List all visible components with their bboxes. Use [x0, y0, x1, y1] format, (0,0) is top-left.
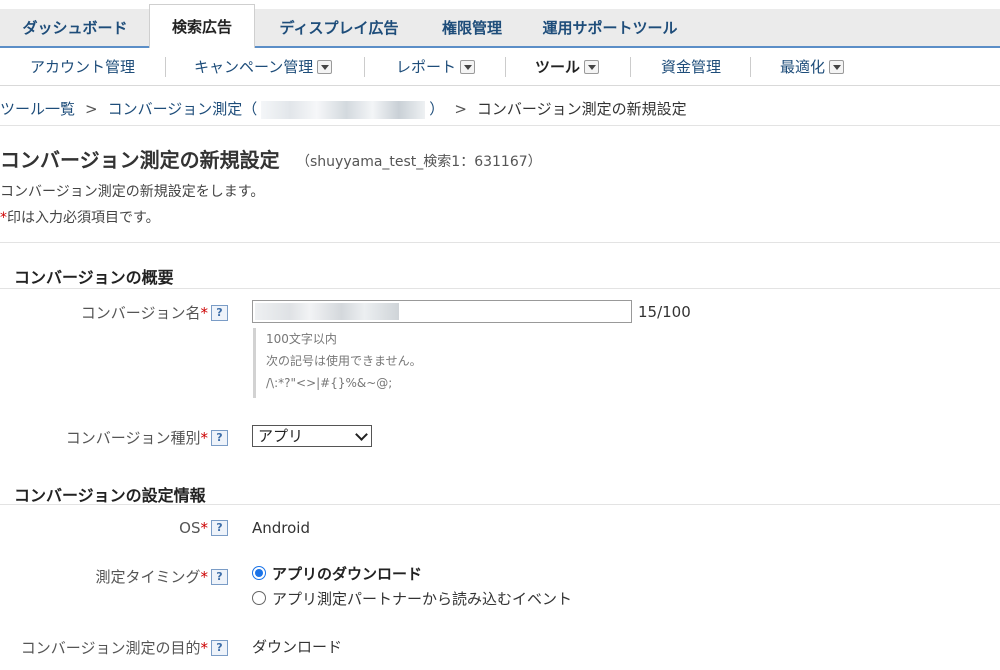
field-label-measurement-purpose: コンバージョン測定の目的*? [21, 637, 228, 658]
radio-button[interactable] [252, 590, 266, 605]
purpose-value: ダウンロード [252, 638, 343, 656]
hint-line: 次の記号は使用できません。 [266, 354, 422, 368]
page-subtitle: （shuyyama_test_検索1：631167） [296, 154, 542, 170]
field-label-conversion-type: コンバージョン種別*? [66, 427, 228, 448]
label-text: OS [179, 519, 201, 537]
required-mark: * [200, 639, 209, 657]
subnav-report[interactable]: レポート [396, 48, 476, 86]
breadcrumb: ツール一覧 > コンバージョン測定（ ） > コンバージョン測定の新規設定 [0, 98, 687, 120]
subnav-label: キャンペーン管理 [194, 58, 314, 76]
sub-navigation: アカウント管理 キャンペーン管理 レポート ツール 資金管理 最適化 [0, 48, 1000, 86]
required-note-text: 印は入力必須項目です。 [7, 210, 160, 226]
breadcrumb-separator: > [85, 100, 98, 118]
input-hint: 100文字以内 次の記号は使用できません。 /\:*?"<>|#{}%&~@; [253, 328, 453, 398]
breadcrumb-tool-list[interactable]: ツール一覧 [0, 100, 75, 118]
dropdown-caret-icon[interactable] [829, 59, 845, 74]
hint-line: 100文字以内 [266, 332, 337, 346]
conversion-name-input[interactable] [252, 300, 632, 323]
help-question-icon[interactable]: ? [211, 304, 228, 321]
breadcrumb-close-paren: ） [429, 100, 445, 118]
subnav-label: アカウント管理 [30, 58, 136, 76]
field-label-os: OS*? [179, 519, 228, 537]
breadcrumb-conversion-label: コンバージョン測定（ [107, 100, 258, 118]
select-chevron-icon [355, 428, 368, 441]
help-question-icon[interactable]: ? [211, 429, 228, 446]
os-value: Android [252, 519, 310, 537]
divider [0, 242, 1000, 243]
character-counter: 15/100 [638, 303, 691, 321]
label-text: コンバージョン名 [80, 304, 201, 322]
help-question-icon[interactable]: ? [211, 519, 228, 536]
subnav-account-management[interactable]: アカウント管理 [30, 48, 135, 86]
main-tab-bar: ダッシュボード 検索広告 ディスプレイ広告 権限管理 運用サポートツール [0, 0, 1000, 48]
required-mark: * [0, 210, 7, 226]
subnav-divider [750, 57, 751, 77]
dropdown-caret-icon[interactable] [584, 59, 600, 74]
required-mark: * [200, 304, 209, 322]
divider [0, 288, 1000, 289]
radio-button[interactable] [252, 565, 266, 580]
radio-label: アプリのダウンロード [272, 565, 423, 583]
label-text: コンバージョン測定の目的 [20, 639, 201, 657]
field-label-conversion-name: コンバージョン名*? [81, 302, 228, 323]
dropdown-caret-icon[interactable] [317, 59, 333, 74]
subnav-label: 資金管理 [661, 58, 722, 76]
hint-line: /\:*?"<>|#{}%&~@; [266, 376, 393, 390]
subnav-optimization[interactable]: 最適化 [780, 48, 845, 86]
subnav-label: レポート [396, 58, 457, 76]
tab-display-ads[interactable]: ディスプレイ広告 [262, 9, 416, 47]
tab-permissions[interactable]: 権限管理 [428, 9, 516, 47]
radio-label: アプリ測定パートナーから読み込むイベント [272, 590, 573, 608]
help-question-icon[interactable]: ? [211, 568, 228, 585]
subnav-funds-management[interactable]: 資金管理 [661, 48, 721, 86]
select-value: アプリ [258, 427, 304, 445]
section-title-overview: コンバージョンの概要 [14, 268, 174, 287]
help-question-icon[interactable]: ? [211, 639, 228, 656]
page-description: コンバージョン測定の新規設定をします。 [0, 184, 265, 200]
label-text: コンバージョン種別 [65, 429, 201, 447]
breadcrumb-separator: > [454, 100, 467, 118]
subnav-campaign-management[interactable]: キャンペーン管理 [194, 48, 333, 86]
subnav-divider [364, 57, 365, 77]
redacted-account-name [261, 100, 426, 119]
dropdown-caret-icon[interactable] [460, 59, 476, 74]
divider [0, 504, 1000, 505]
field-label-measurement-timing: 測定タイミング*? [95, 566, 228, 587]
required-mark: * [200, 568, 209, 586]
subnav-label: 最適化 [780, 58, 826, 76]
required-mark: * [200, 519, 209, 537]
breadcrumb-conversion-measurement[interactable]: コンバージョン測定（ ） [107, 100, 445, 119]
subnav-divider [630, 57, 631, 77]
required-note: *印は入力必須項目です。 [0, 207, 160, 227]
tab-search-ads[interactable]: 検索広告 [149, 4, 255, 48]
required-mark: * [200, 429, 209, 447]
subnav-label: ツール [535, 58, 581, 76]
subnav-tools[interactable]: ツール [535, 48, 600, 86]
subnav-divider [505, 57, 506, 77]
redacted-input-value [255, 303, 399, 320]
tab-dashboard[interactable]: ダッシュボード [0, 9, 150, 47]
conversion-type-select[interactable]: アプリ [252, 425, 372, 447]
page-title: コンバージョン測定の新規設定 [0, 148, 280, 172]
tab-support-tools[interactable]: 運用サポートツール [528, 9, 692, 47]
section-title-settings: コンバージョンの設定情報 [14, 486, 206, 505]
timing-option-app-download[interactable]: アプリのダウンロード [252, 564, 422, 584]
label-text: 測定タイミング [95, 568, 201, 586]
timing-option-partner-event[interactable]: アプリ測定パートナーから読み込むイベント [252, 589, 572, 609]
divider [0, 125, 1000, 126]
breadcrumb-current: コンバージョン測定の新規設定 [476, 100, 687, 118]
subnav-divider [165, 57, 166, 77]
